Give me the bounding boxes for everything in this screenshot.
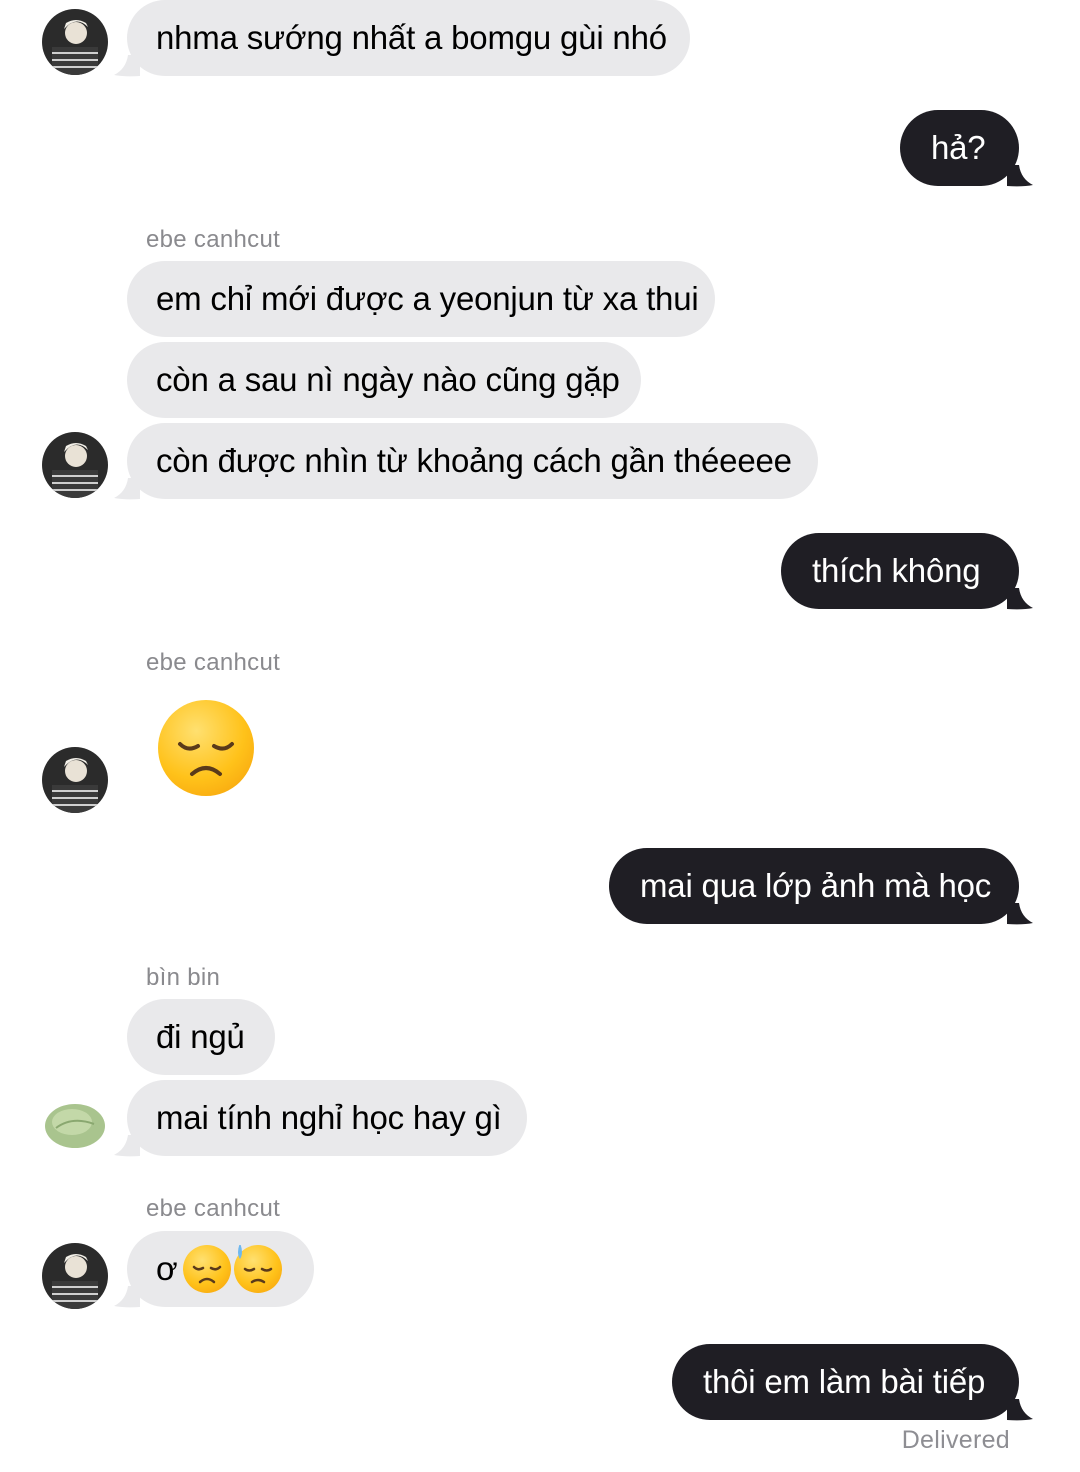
message-bubble-incoming[interactable]: còn được nhìn từ khoảng cách gần théeeee xyxy=(127,423,818,499)
avatar-bin-bin[interactable] xyxy=(42,1090,108,1156)
message-text: mai tính nghỉ học hay gì xyxy=(156,1099,502,1136)
avatar-ebe-canhcut[interactable] xyxy=(42,9,108,75)
message-bubble-incoming[interactable]: em chỉ mới được a yeonjun từ xa thui xyxy=(127,261,715,337)
bubble-tail-icon xyxy=(114,1286,140,1308)
bubble-tail-icon xyxy=(1007,1399,1033,1421)
message-text: đi ngủ xyxy=(156,1018,245,1055)
sender-name: ebe canhcut xyxy=(146,649,281,676)
disappointed-face-emoji xyxy=(183,1245,231,1293)
message-text: nhma sướng nhất a bomgu gùi nhó xyxy=(156,19,667,56)
disappointed-face-icon xyxy=(178,742,234,776)
avatar-ebe-canhcut[interactable] xyxy=(42,432,108,498)
bubble-tail-icon xyxy=(1007,165,1033,187)
message-bubble-outgoing[interactable]: mai qua lớp ảnh mà học xyxy=(609,848,1019,924)
sender-name: ebe canhcut xyxy=(146,1195,281,1222)
message-bubble-incoming[interactable]: mai tính nghỉ học hay gì xyxy=(127,1080,527,1156)
downcast-face-with-sweat-emoji xyxy=(234,1245,282,1293)
message-text: còn được nhìn từ khoảng cách gần théeeee xyxy=(156,442,792,479)
sender-name: bìn bin xyxy=(146,964,221,991)
message-text: ơ xyxy=(156,1250,178,1287)
bubble-tail-icon xyxy=(114,1135,140,1157)
message-bubble-incoming[interactable]: còn a sau nì ngày nào cũng gặp xyxy=(127,342,641,418)
bubble-tail-icon xyxy=(114,478,140,500)
message-bubble-outgoing[interactable]: thích không xyxy=(781,533,1019,609)
message-text: mai qua lớp ảnh mà học xyxy=(640,867,992,904)
bubble-tail-icon xyxy=(1007,903,1033,925)
message-bubble-outgoing[interactable]: hả? xyxy=(900,110,1019,186)
person-photo-icon xyxy=(42,1243,108,1309)
person-photo-icon xyxy=(42,432,108,498)
green-cabbage-icon xyxy=(42,1090,108,1156)
message-bubble-incoming[interactable]: nhma sướng nhất a bomgu gùi nhó xyxy=(127,0,690,76)
message-text: còn a sau nì ngày nào cũng gặp xyxy=(156,361,620,398)
message-text: hả? xyxy=(931,129,986,166)
person-photo-icon xyxy=(42,9,108,75)
message-text: em chỉ mới được a yeonjun từ xa thui xyxy=(156,280,699,317)
avatar-ebe-canhcut[interactable] xyxy=(42,747,108,813)
bubble-tail-icon xyxy=(114,55,140,77)
person-photo-icon xyxy=(42,747,108,813)
message-text: thôi em làm bài tiếp xyxy=(703,1363,986,1400)
avatar-ebe-canhcut[interactable] xyxy=(42,1243,108,1309)
downcast-sweat-face-icon xyxy=(238,1245,273,1284)
disappointed-face-emoji[interactable] xyxy=(158,700,254,796)
delivery-status: Delivered xyxy=(901,1426,1010,1454)
disappointed-face-icon xyxy=(192,1265,222,1284)
message-bubble-incoming[interactable]: đi ngủ xyxy=(127,999,275,1075)
sender-name: ebe canhcut xyxy=(146,226,281,253)
message-text: thích không xyxy=(812,552,981,589)
bubble-tail-icon xyxy=(1007,588,1033,610)
message-bubble-outgoing[interactable]: thôi em làm bài tiếp xyxy=(672,1344,1019,1420)
